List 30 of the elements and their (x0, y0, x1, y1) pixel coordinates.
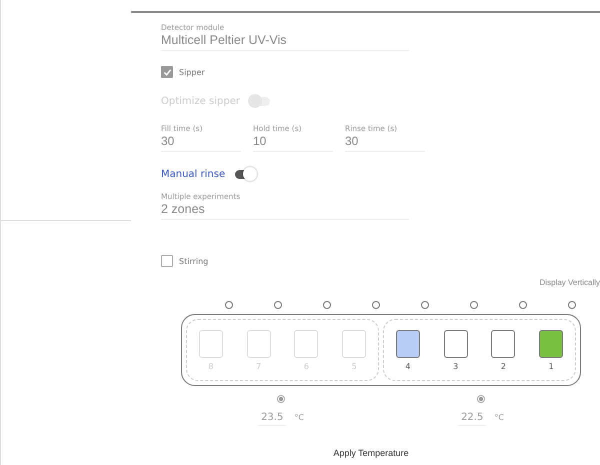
sipper-checkbox[interactable]: Sipper (161, 65, 600, 79)
toggle-label: Manual rinse (161, 168, 226, 180)
time-field[interactable]: 30 (345, 134, 425, 148)
cuvette-cell[interactable] (444, 330, 468, 358)
unit-label: °C (294, 413, 304, 422)
cell-radio[interactable] (518, 301, 526, 309)
experiments-field[interactable]: 2 zones (161, 202, 409, 216)
time-field[interactable]: 30 (161, 134, 241, 148)
temperature-field[interactable]: 22.5 (458, 412, 486, 426)
cell-radio[interactable] (568, 301, 576, 309)
cell-number: 1 (548, 362, 554, 370)
time-field[interactable]: 10 (253, 134, 333, 148)
cell-number: 4 (405, 362, 410, 370)
cuvette-cell[interactable] (396, 330, 420, 358)
unit-label: °C (494, 413, 504, 422)
apply-temperature-button[interactable]: Apply Temperature (333, 448, 409, 458)
stirring-checkbox[interactable]: Stirring (161, 254, 600, 268)
zone-radio[interactable] (277, 395, 285, 403)
temperature-field[interactable]: 23.5 (258, 412, 286, 426)
display-vertically-link[interactable]: Display Vertically (540, 278, 600, 287)
manual-rinse-toggle[interactable] (235, 170, 256, 178)
cuvette-cell[interactable] (491, 330, 516, 358)
cuvette-cell[interactable] (539, 330, 564, 358)
zone-radio[interactable] (477, 395, 485, 403)
cell-radio[interactable] (470, 301, 478, 309)
detector-field[interactable]: Multicell Peltier UV-Vis (161, 33, 409, 47)
cell-number: 2 (500, 362, 506, 370)
cell-radio[interactable] (420, 301, 428, 309)
check-icon (162, 68, 172, 76)
cell-number: 3 (453, 362, 458, 370)
